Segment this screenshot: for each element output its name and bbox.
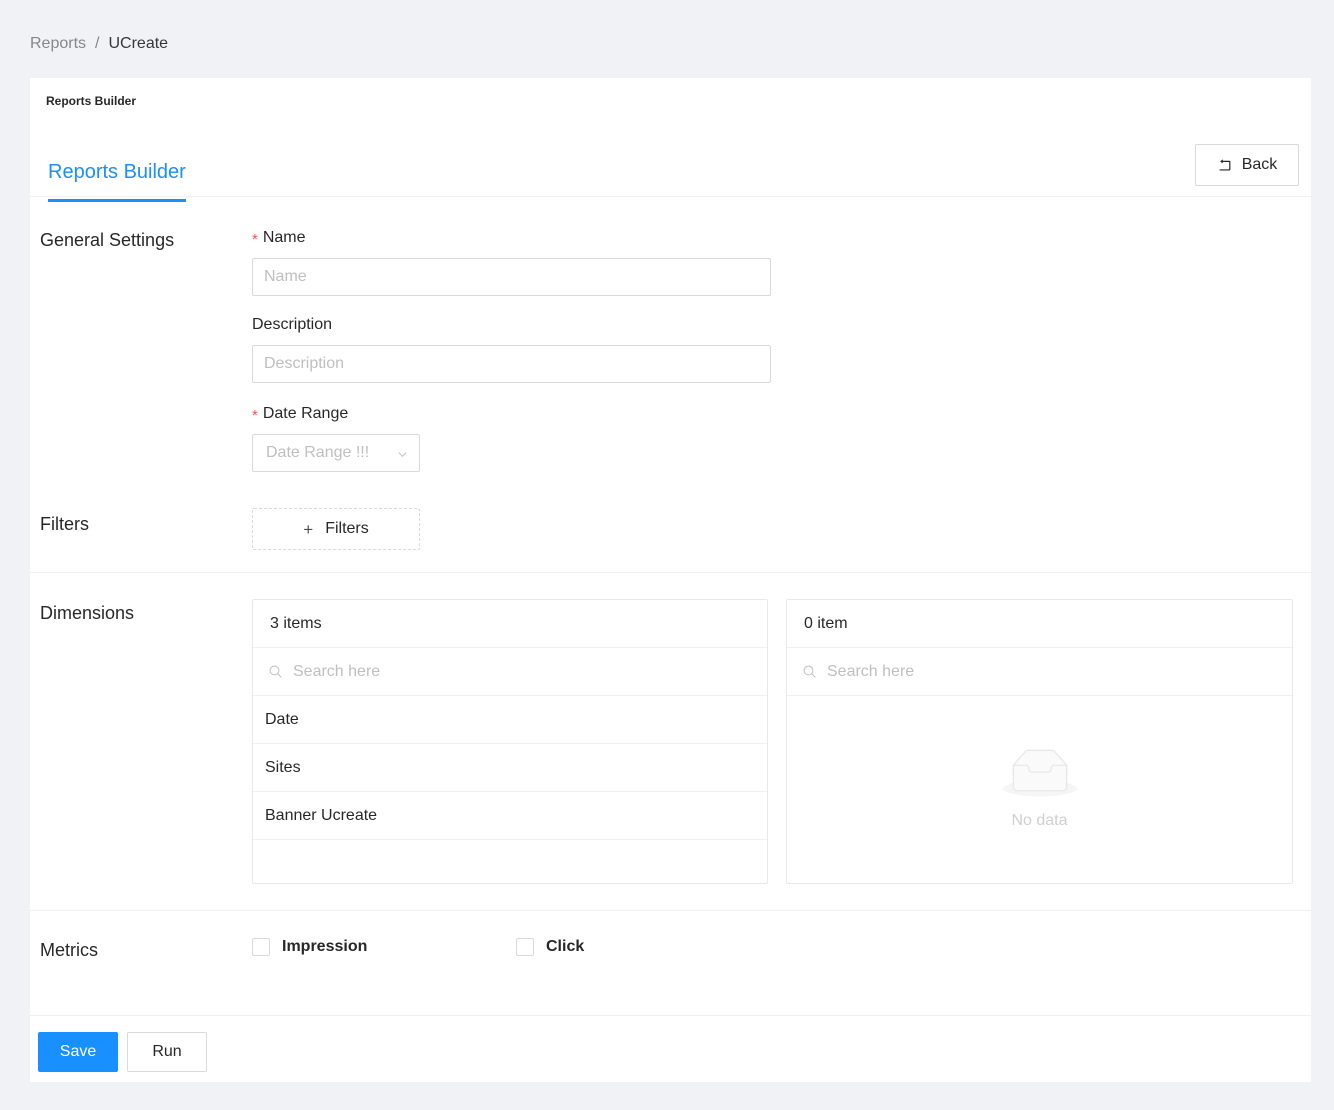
- dimensions-label: Dimensions: [40, 603, 135, 623]
- metric-label: Click: [546, 938, 585, 955]
- field-date-range: * Date Range Date Range !!!: [252, 403, 420, 472]
- date-range-select[interactable]: Date Range !!!: [252, 434, 420, 472]
- description-label-text: Description: [252, 316, 333, 333]
- dimensions-source-panel: 3 items Search here Date Sites Banner Uc…: [252, 599, 768, 884]
- required-marker: *: [252, 407, 258, 424]
- list-item-label: Sites: [265, 758, 301, 776]
- dimensions-target-panel: 0 item Search here No data: [786, 599, 1293, 884]
- add-filters-button[interactable]: + Filters: [252, 508, 420, 550]
- date-range-label: * Date Range: [252, 403, 420, 425]
- card-footer: Save Run: [30, 1021, 1311, 1082]
- run-button[interactable]: Run: [127, 1031, 207, 1072]
- list-item-label: Banner Ucreate: [265, 806, 378, 824]
- tab-bar: Reports Builder Back: [30, 122, 1311, 202]
- tab-label: Reports Builder: [48, 161, 186, 183]
- run-button-label: Run: [152, 1042, 182, 1060]
- metric-label: Impression: [282, 938, 368, 955]
- field-name: * Name: [252, 227, 771, 296]
- list-item-placeholder: [253, 840, 767, 883]
- source-search-placeholder: Search here: [293, 662, 381, 680]
- section-general-settings: General Settings *Name Description *Date…: [30, 197, 1311, 573]
- list-item[interactable]: Date: [253, 696, 767, 744]
- list-item[interactable]: Sites: [253, 744, 767, 792]
- source-panel-list: Date Sites Banner Ucreate: [253, 696, 767, 883]
- target-panel-search[interactable]: Search here: [787, 648, 1292, 696]
- save-button[interactable]: Save: [38, 1031, 118, 1072]
- metrics-label: Metrics: [40, 940, 98, 960]
- general-settings-label: General Settings: [40, 230, 175, 250]
- rollback-icon: [1217, 157, 1233, 173]
- add-filters-label: Filters: [325, 520, 369, 537]
- breadcrumb-separator: /: [95, 35, 100, 52]
- name-label-text: Name: [262, 229, 306, 246]
- search-icon: [802, 664, 817, 679]
- source-panel-search[interactable]: Search here: [253, 648, 767, 696]
- metric-checkbox-impression[interactable]: Impression: [252, 937, 367, 957]
- date-range-label-text: Date Range: [262, 405, 349, 422]
- card-header-title: Reports Builder: [46, 94, 137, 108]
- list-item-label: Date: [265, 710, 299, 728]
- target-panel-empty-state: No data: [787, 696, 1292, 882]
- save-button-label: Save: [59, 1042, 97, 1060]
- name-input[interactable]: [252, 258, 771, 296]
- checkbox-box[interactable]: [516, 938, 534, 956]
- search-icon: [268, 664, 283, 679]
- section-metrics: Metrics Impression Click: [30, 911, 1311, 1016]
- description-label: Description: [252, 314, 771, 336]
- list-item[interactable]: Banner Ucreate: [253, 792, 767, 840]
- section-dimensions: Dimensions 3 items Search here Date Site…: [30, 573, 1311, 911]
- chevron-down-icon: [397, 447, 408, 458]
- metric-checkbox-click[interactable]: Click: [516, 937, 584, 957]
- breadcrumb-item-reports[interactable]: Reports: [30, 35, 86, 52]
- target-search-placeholder: Search here: [827, 662, 915, 680]
- date-range-placeholder: Date Range !!!: [266, 444, 370, 461]
- target-panel-count: 0 item: [787, 600, 1292, 648]
- name-label: * Name: [252, 227, 771, 249]
- breadcrumb: Reports / UCreate: [30, 32, 168, 56]
- checkbox-box[interactable]: [252, 938, 270, 956]
- filters-label: Filters: [40, 514, 89, 534]
- back-button-label: Back: [1241, 156, 1278, 173]
- reports-builder-card: Reports Builder Reports Builder Back Gen…: [30, 78, 1311, 1082]
- source-panel-count: 3 items: [253, 600, 767, 648]
- breadcrumb-item-current: UCreate: [108, 35, 169, 52]
- required-marker: *: [252, 231, 258, 248]
- back-button[interactable]: Back: [1195, 144, 1299, 186]
- plus-icon: +: [303, 519, 314, 539]
- description-input[interactable]: [252, 345, 771, 383]
- tab-reports-builder[interactable]: Reports Builder: [48, 158, 186, 202]
- empty-state-text: No data: [1011, 812, 1068, 829]
- empty-inbox-icon: [1002, 748, 1077, 803]
- field-description: Description: [252, 314, 771, 383]
